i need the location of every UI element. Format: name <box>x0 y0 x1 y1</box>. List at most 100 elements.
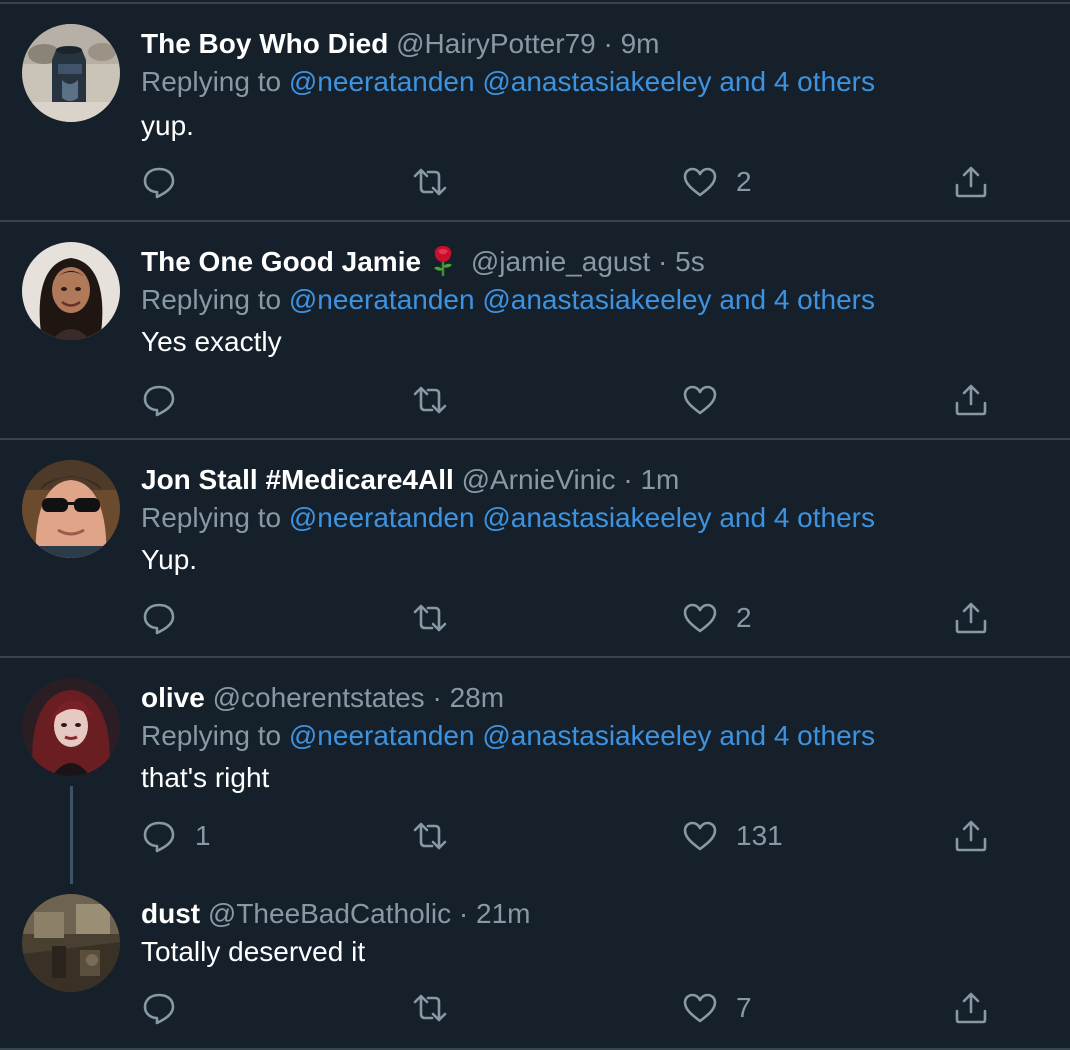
heart-icon <box>683 993 717 1023</box>
replying-to-line: Replying to @neeratanden @anastasiakeele… <box>141 498 875 538</box>
mention-links[interactable]: @neeratanden @anastasiakeeley and 4 othe… <box>289 502 875 533</box>
retweet-button[interactable] <box>412 816 448 856</box>
thread-connector <box>70 786 73 884</box>
avatar[interactable] <box>22 24 120 122</box>
tweet-text: Yup. <box>141 544 198 575</box>
heart-icon <box>683 603 717 633</box>
comment-icon <box>143 821 175 853</box>
like-button[interactable]: 2 <box>682 162 752 202</box>
share-button[interactable] <box>953 988 989 1028</box>
tweet-text: that's right <box>141 762 270 793</box>
reply-button[interactable] <box>141 598 195 638</box>
separator-dot: · <box>458 898 469 929</box>
tweet-feed: The Boy Who Died @HairyPotter79 · 9m Rep… <box>0 0 1070 1050</box>
tweet-header: The One Good Jamie @jamie_agust · 5s <box>141 242 705 282</box>
timestamp[interactable]: 21m <box>476 898 530 929</box>
comment-icon <box>143 603 175 635</box>
tweet[interactable]: The One Good Jamie @jamie_agust · 5s Rep… <box>0 222 1070 440</box>
replying-to-line: Replying to @neeratanden @anastasiakeele… <box>141 280 875 320</box>
retweet-button[interactable] <box>412 988 448 1028</box>
tweet[interactable]: Jon Stall #Medicare4All @ArnieVinic · 1m… <box>0 440 1070 658</box>
pottery-avatar-image <box>22 24 120 122</box>
like-button[interactable]: 7 <box>682 988 752 1028</box>
mention-links[interactable]: @neeratanden @anastasiakeeley and 4 othe… <box>289 720 875 751</box>
tweet[interactable]: olive @coherentstates · 28m Replying to … <box>0 658 1070 884</box>
avatar[interactable] <box>22 242 120 340</box>
share-button[interactable] <box>953 380 989 420</box>
reply-button[interactable] <box>141 380 195 420</box>
replying-to-line: Replying to @neeratanden @anastasiakeele… <box>141 62 875 102</box>
like-count: 2 <box>736 166 752 197</box>
replying-to-label: Replying to <box>141 502 282 533</box>
timestamp[interactable]: 5s <box>675 246 705 277</box>
share-icon <box>955 992 987 1024</box>
tweet-header: olive @coherentstates · 28m <box>141 678 504 718</box>
display-name[interactable]: Jon Stall #Medicare4All <box>141 464 454 495</box>
retweet-button[interactable] <box>412 380 448 420</box>
comment-icon <box>143 385 175 417</box>
display-name[interactable]: dust <box>141 898 200 929</box>
like-button[interactable] <box>682 380 736 420</box>
like-button[interactable]: 2 <box>682 598 752 638</box>
reply-button[interactable] <box>141 988 195 1028</box>
share-icon <box>955 166 987 198</box>
avatar[interactable] <box>22 894 120 992</box>
avatar[interactable] <box>22 460 120 558</box>
timestamp[interactable]: 9m <box>621 28 660 59</box>
red-hair-avatar-image <box>22 678 120 776</box>
user-handle[interactable]: @TheeBadCatholic <box>208 898 451 929</box>
share-icon <box>955 602 987 634</box>
user-handle[interactable]: @jamie_agust <box>471 246 650 277</box>
retweet-button[interactable] <box>412 162 448 202</box>
retweet-button[interactable] <box>412 598 448 638</box>
user-handle[interactable]: @coherentstates <box>213 682 425 713</box>
replying-to-label: Replying to <box>141 66 282 97</box>
comment-icon <box>143 167 175 199</box>
avatar[interactable] <box>22 678 120 776</box>
tweet[interactable]: dust @TheeBadCatholic · 21m Totally dese… <box>0 874 1070 1050</box>
tweet-text: Totally deserved it <box>141 936 366 967</box>
like-button[interactable]: 131 <box>682 816 783 856</box>
separator-dot: · <box>658 246 668 277</box>
tweet[interactable]: The Boy Who Died @HairyPotter79 · 9m Rep… <box>0 4 1070 222</box>
sunglasses-avatar-image <box>22 460 120 558</box>
reply-count: 1 <box>195 820 211 851</box>
share-icon <box>955 384 987 416</box>
timestamp[interactable]: 1m <box>640 464 679 495</box>
tweet-header: dust @TheeBadCatholic · 21m <box>141 894 530 934</box>
reply-button[interactable] <box>141 162 195 202</box>
display-name[interactable]: olive <box>141 682 205 713</box>
display-name[interactable]: The One Good Jamie <box>141 246 421 277</box>
rose-icon <box>434 246 453 276</box>
tweet-text: yup. <box>141 110 194 141</box>
share-button[interactable] <box>953 162 989 202</box>
heart-icon <box>683 167 717 197</box>
tweet-header: The Boy Who Died @HairyPotter79 · 9m <box>141 24 660 64</box>
mention-links[interactable]: @neeratanden @anastasiakeeley and 4 othe… <box>289 284 875 315</box>
share-button[interactable] <box>953 598 989 638</box>
retweet-icon <box>413 822 447 850</box>
separator-dot: · <box>432 682 442 713</box>
timestamp[interactable]: 28m <box>450 682 504 713</box>
user-handle[interactable]: @ArnieVinic <box>462 464 616 495</box>
replying-to-line: Replying to @neeratanden @anastasiakeele… <box>141 716 875 756</box>
retweet-icon <box>413 604 447 632</box>
share-icon <box>955 820 987 852</box>
comment-icon <box>143 993 175 1025</box>
retweet-icon <box>413 386 447 414</box>
like-count: 7 <box>736 992 752 1023</box>
portrait-avatar-image <box>22 242 120 340</box>
display-name[interactable]: The Boy Who Died <box>141 28 388 59</box>
share-button[interactable] <box>953 816 989 856</box>
replying-to-label: Replying to <box>141 284 282 315</box>
mention-links[interactable]: @neeratanden @anastasiakeeley and 4 othe… <box>289 66 875 97</box>
dim-room-avatar-image <box>22 894 120 992</box>
like-count: 2 <box>736 602 752 633</box>
user-handle[interactable]: @HairyPotter79 <box>396 28 596 59</box>
heart-icon <box>683 821 717 851</box>
separator-dot: · <box>603 28 613 59</box>
like-count: 131 <box>736 820 783 851</box>
retweet-icon <box>413 994 447 1022</box>
retweet-icon <box>413 168 447 196</box>
reply-button[interactable]: 1 <box>141 816 211 856</box>
